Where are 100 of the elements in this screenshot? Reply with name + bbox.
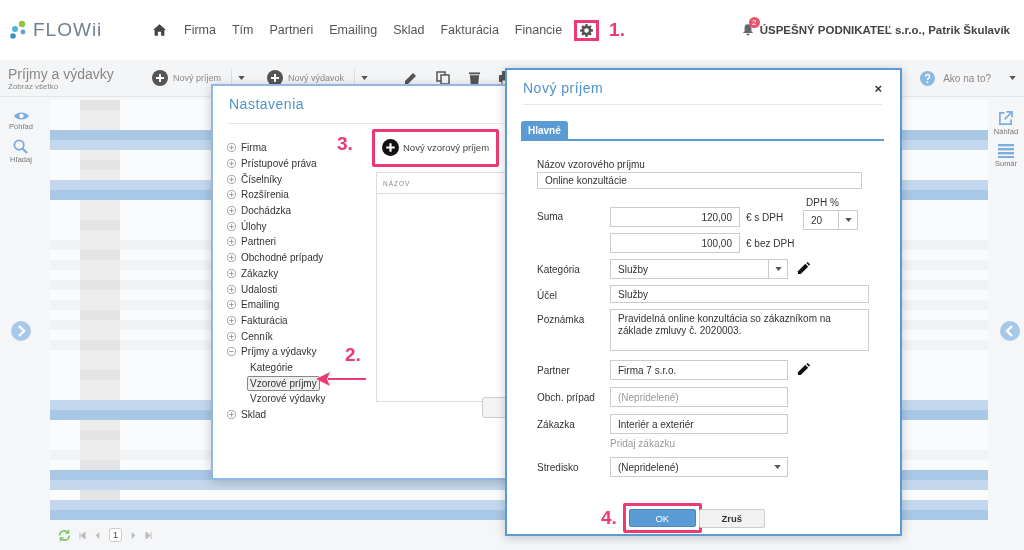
tree-item[interactable]: Vzorové výdavky bbox=[247, 391, 329, 407]
tree-item[interactable]: Príjmy a výdavky bbox=[241, 346, 317, 358]
nav-link[interactable]: Fakturácia bbox=[432, 23, 507, 37]
dropdown-caret-icon[interactable] bbox=[1009, 76, 1016, 80]
input-field[interactable]: Interiér a exteriér bbox=[610, 414, 788, 434]
expand-icon[interactable] bbox=[227, 174, 236, 184]
nav-link[interactable]: Financie bbox=[506, 23, 571, 37]
settings-icon[interactable] bbox=[580, 23, 594, 37]
expand-icon[interactable] bbox=[227, 300, 236, 310]
expand-icon[interactable] bbox=[227, 206, 236, 216]
copy-icon[interactable] bbox=[436, 71, 451, 85]
expand-icon[interactable] bbox=[227, 143, 236, 153]
input-field[interactable]: Služby bbox=[610, 285, 869, 303]
tree-item[interactable]: Číselníky bbox=[241, 173, 283, 185]
dropdown-caret-icon[interactable] bbox=[361, 76, 369, 80]
nav-link[interactable]: Partneri bbox=[261, 23, 322, 37]
page-title: Príjmy a výdavky bbox=[8, 65, 115, 82]
tree-item[interactable]: Emailing bbox=[241, 299, 280, 311]
brand-name: FLOWii bbox=[33, 19, 103, 41]
expand-icon[interactable] bbox=[227, 410, 236, 420]
unit-label: € bez DPH bbox=[746, 237, 796, 251]
caret-icon bbox=[844, 218, 852, 222]
expand-icon[interactable] bbox=[227, 237, 236, 247]
tree-item[interactable]: Zákazky bbox=[241, 267, 279, 279]
search-icon bbox=[13, 139, 29, 154]
cancel-button[interactable]: Zruš bbox=[698, 508, 765, 528]
first-page-icon[interactable] bbox=[79, 531, 86, 539]
tree-item[interactable]: Dochádzka bbox=[241, 205, 292, 217]
collapse-icon[interactable] bbox=[227, 347, 236, 357]
expand-icon[interactable] bbox=[227, 315, 236, 325]
step-label: 1. bbox=[609, 19, 625, 41]
eye-icon bbox=[13, 111, 29, 121]
step-label: 3. bbox=[337, 133, 353, 155]
nav-link[interactable]: Sklad bbox=[385, 23, 433, 37]
nav-link[interactable]: Tím bbox=[223, 23, 262, 37]
help-icon[interactable] bbox=[920, 70, 936, 86]
plus-icon bbox=[382, 139, 399, 156]
company-user-name[interactable]: ÚSPEŠNÝ PODNIKATEĽ s.r.o., Patrik Škulavík bbox=[759, 24, 1010, 36]
next-page-icon[interactable] bbox=[130, 531, 137, 539]
step-label: 4. bbox=[601, 507, 617, 529]
tree-item[interactable]: Obchodné prípady bbox=[241, 252, 324, 264]
trash-icon[interactable] bbox=[468, 71, 482, 85]
settings-button[interactable] bbox=[574, 19, 600, 41]
collapse-left-icon[interactable] bbox=[1000, 321, 1020, 341]
expand-right-icon[interactable] bbox=[11, 321, 31, 341]
tree-item[interactable]: Partneri bbox=[241, 236, 276, 248]
tree-item[interactable]: Prístupové práva bbox=[241, 158, 317, 170]
home-icon[interactable] bbox=[153, 24, 166, 36]
dialog-title: Nový príjem bbox=[523, 80, 604, 96]
page-number[interactable]: 1 bbox=[109, 528, 122, 542]
field-label: Zákazka bbox=[537, 418, 576, 432]
tree-item[interactable]: Úlohy bbox=[241, 220, 267, 232]
bell-icon[interactable] bbox=[741, 23, 754, 36]
expand-icon[interactable] bbox=[227, 253, 236, 263]
note-field[interactable]: Pravidelná online konzultácia so zákazníkom na základe zmluvy č. 2020003. bbox=[610, 309, 869, 351]
select-field[interactable]: (Nepridelené) bbox=[610, 457, 788, 477]
tree-item[interactable]: Udalosti bbox=[241, 283, 278, 295]
select-field[interactable]: Služby bbox=[610, 259, 788, 279]
input-field[interactable]: Online konzultácie bbox=[537, 172, 862, 189]
input-field[interactable]: Firma 7 s.r.o. bbox=[610, 360, 788, 380]
amount-field[interactable]: 100,00 bbox=[610, 233, 740, 253]
amount-field[interactable]: 120,00 bbox=[610, 207, 740, 227]
field-label: Názov vzorového príjmu bbox=[537, 159, 646, 170]
nav-link[interactable]: Firma bbox=[176, 23, 224, 37]
previous-page-icon[interactable] bbox=[94, 531, 101, 539]
tree-item[interactable]: Fakturácia bbox=[241, 314, 288, 326]
expand-icon[interactable] bbox=[227, 159, 236, 169]
field-label: Suma bbox=[537, 210, 565, 224]
close-button[interactable]: × bbox=[874, 80, 882, 96]
unit-label: € s DPH bbox=[746, 211, 785, 225]
field-label: DPH % bbox=[806, 197, 840, 208]
tree-item[interactable]: Vzorové príjmy bbox=[247, 375, 320, 391]
dialog-title: Nastavenia bbox=[229, 96, 305, 112]
arrow-icon bbox=[316, 372, 366, 386]
tree-item[interactable]: Kategórie bbox=[247, 359, 296, 375]
field-label: Účel bbox=[537, 288, 558, 303]
field-label: Kategória bbox=[537, 263, 581, 277]
pencil-icon[interactable] bbox=[797, 262, 810, 275]
last-page-icon[interactable] bbox=[145, 531, 152, 539]
list-icon bbox=[998, 144, 1014, 158]
tree-item[interactable]: Cenník bbox=[241, 330, 273, 342]
field-label: Poznámka bbox=[537, 313, 586, 327]
expand-icon[interactable] bbox=[227, 284, 236, 294]
expand-icon[interactable] bbox=[227, 331, 236, 341]
dropdown-caret-icon[interactable] bbox=[238, 76, 245, 80]
vat-select[interactable]: 20 bbox=[803, 210, 858, 230]
expand-icon[interactable] bbox=[227, 221, 236, 231]
field-label: Obch. prípad bbox=[537, 391, 596, 405]
expand-icon[interactable] bbox=[227, 268, 236, 278]
logo-icon bbox=[8, 20, 28, 40]
pencil-icon[interactable] bbox=[797, 363, 810, 376]
tree-item[interactable]: Firma bbox=[241, 142, 267, 154]
field-label: Stredisko bbox=[537, 461, 580, 475]
nav-link[interactable]: Emailing bbox=[321, 23, 386, 37]
external-link-icon bbox=[998, 111, 1014, 126]
expand-icon[interactable] bbox=[227, 190, 236, 200]
tree-item[interactable]: Rozšírenia bbox=[241, 189, 289, 201]
tree-item[interactable]: Sklad bbox=[241, 409, 266, 421]
refresh-icon[interactable] bbox=[58, 528, 71, 542]
notification-badge: 2 bbox=[748, 17, 760, 28]
